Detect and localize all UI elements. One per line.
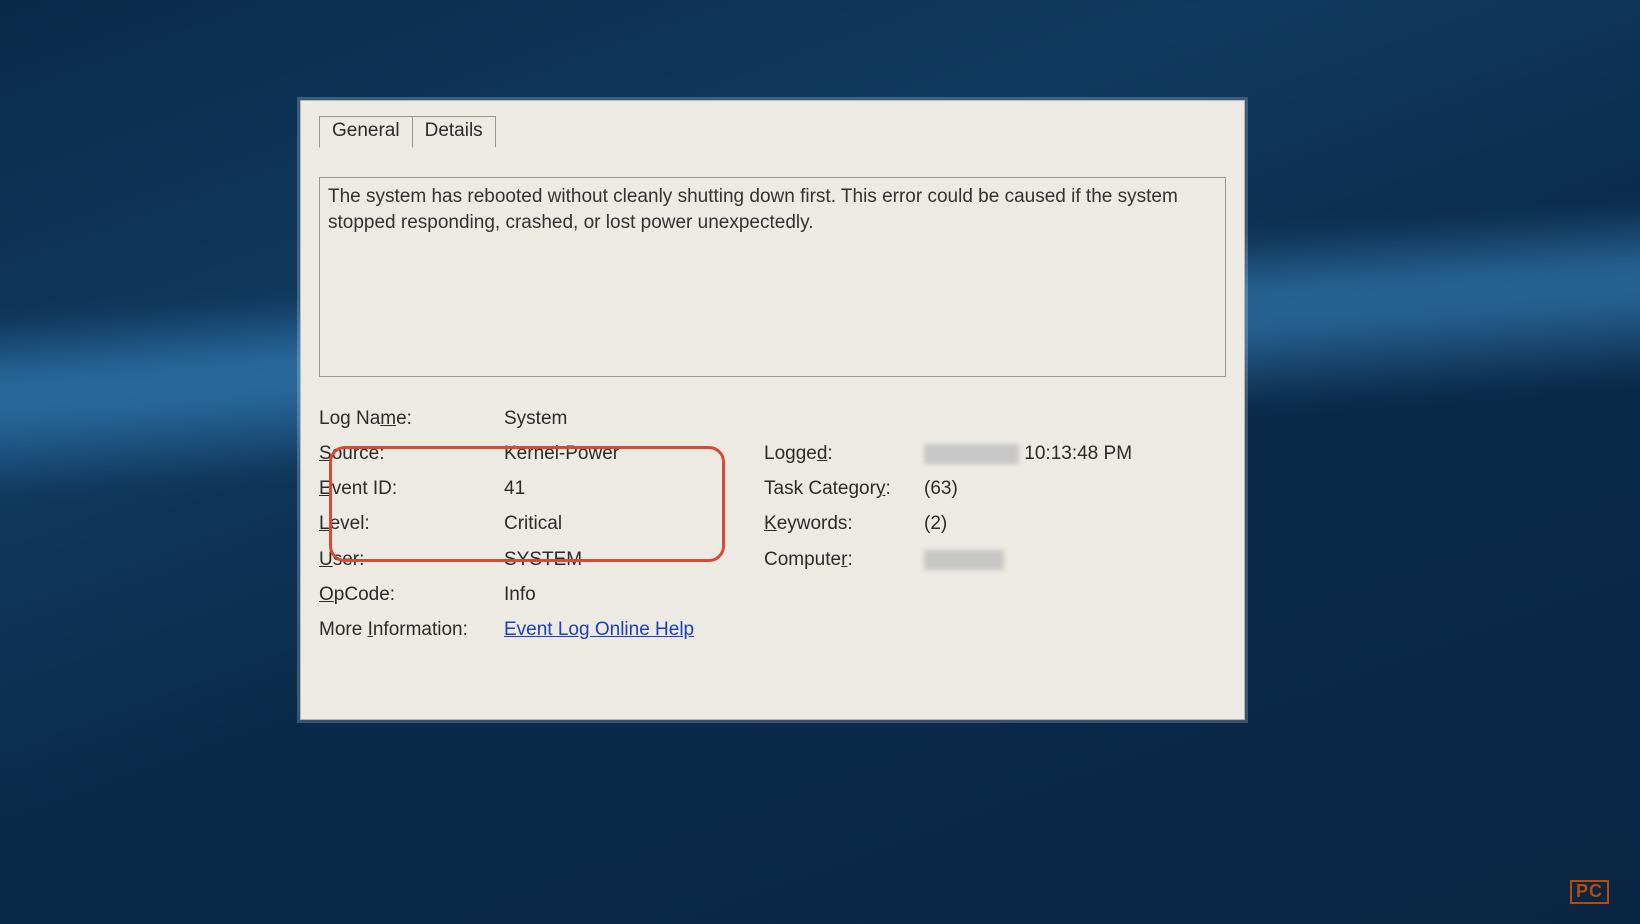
watermark-badge: PC xyxy=(1570,880,1609,904)
link-event-log-online-help[interactable]: Event Log Online Help xyxy=(504,619,694,640)
label-keywords: Keywords: xyxy=(764,506,924,541)
redacted-date xyxy=(924,444,1019,464)
label-event-id: Event ID: xyxy=(319,471,504,506)
value-task-category: (63) xyxy=(924,471,1226,506)
label-source: Source: xyxy=(319,436,504,471)
value-opcode: Info xyxy=(504,577,764,612)
value-source: Kernel-Power xyxy=(504,436,764,471)
value-keywords: (2) xyxy=(924,506,1226,541)
label-user: User: xyxy=(319,542,504,577)
label-task-category: Task Category: xyxy=(764,471,924,506)
label-computer: Computer: xyxy=(764,542,924,577)
event-fields: Log Name: System Source: Kernel-Power Lo… xyxy=(319,401,1226,647)
value-level: Critical xyxy=(504,506,764,541)
value-log-name: System xyxy=(504,401,764,436)
value-logged: 10:13:48 PM xyxy=(924,436,1226,471)
value-more-info: Event Log Online Help xyxy=(504,612,764,647)
value-computer xyxy=(924,542,1226,577)
event-description: The system has rebooted without cleanly … xyxy=(319,177,1226,377)
redacted-computer xyxy=(924,550,1004,570)
label-opcode: OpCode: xyxy=(319,577,504,612)
label-level: Level: xyxy=(319,506,504,541)
label-more-info: More Information: xyxy=(319,612,504,647)
value-event-id: 41 xyxy=(504,471,764,506)
event-properties-panel: General Details The system has rebooted … xyxy=(300,100,1245,720)
label-logged: Logged: xyxy=(764,436,924,471)
label-log-name: Log Name: xyxy=(319,401,504,436)
value-user: SYSTEM xyxy=(504,542,764,577)
tab-general[interactable]: General xyxy=(319,116,413,148)
watermark: PC xyxy=(1567,880,1612,904)
tab-details[interactable]: Details xyxy=(412,116,496,147)
tab-strip: General Details xyxy=(319,115,1226,147)
